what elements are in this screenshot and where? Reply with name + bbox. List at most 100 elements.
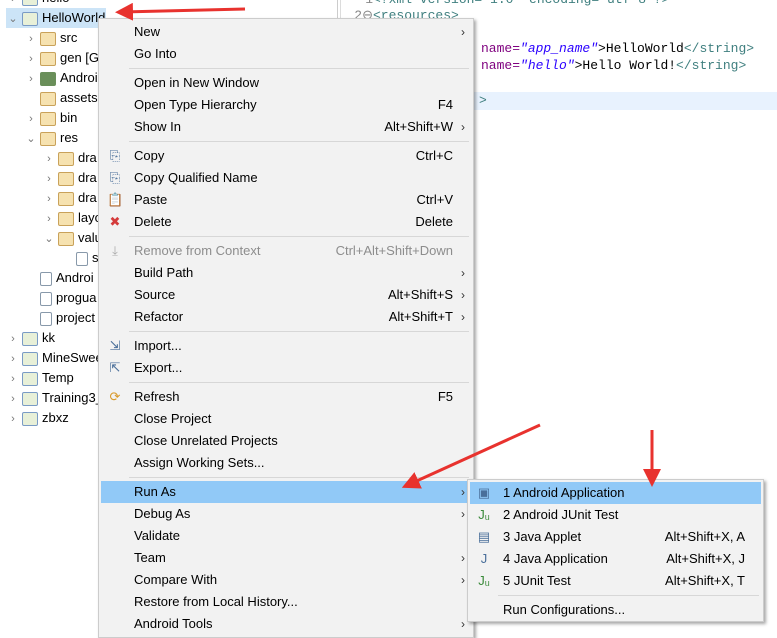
menu-item-2-android-junit-test[interactable]: Jᵤ 2 Android JUnit Test xyxy=(470,504,761,526)
menu-item-restore-from-local-history[interactable]: Restore from Local History... xyxy=(101,591,471,613)
tree-item[interactable]: › dra xyxy=(42,188,97,208)
menu-item-copy[interactable]: ⎘ Copy Ctrl+C xyxy=(101,145,471,167)
menu-item-label: Refactor xyxy=(134,309,184,324)
menu-item-label: 5 JUnit Test xyxy=(503,573,571,588)
twisty-icon[interactable]: › xyxy=(6,389,20,409)
menu-item-open-in-new-window[interactable]: Open in New Window xyxy=(101,72,471,94)
menu-item-label: Validate xyxy=(134,528,181,543)
menu-item-1-android-application[interactable]: ▣ 1 Android Application xyxy=(470,482,761,504)
twisty-icon[interactable]: › xyxy=(42,169,56,189)
menu-item-refactor[interactable]: Refactor Alt+Shift+T › xyxy=(101,306,471,328)
menu-item-build-path[interactable]: Build Path › xyxy=(101,262,471,284)
run-as-submenu: ▣ 1 Android Application Jᵤ 2 Android JUnit … xyxy=(467,479,764,622)
tree-item[interactable]: progua xyxy=(24,288,96,308)
tree-item[interactable]: › layo xyxy=(42,208,102,228)
menu-item-run-configurations[interactable]: Run Configurations... xyxy=(470,599,761,621)
twisty-icon[interactable]: ⌄ xyxy=(42,229,56,249)
tree-item[interactable]: project xyxy=(24,308,95,328)
twisty-icon[interactable]: ⌄ xyxy=(24,129,38,149)
tree-item[interactable]: ›hello xyxy=(6,0,69,8)
attribute-value: "app_name" xyxy=(520,41,599,56)
menu-item-run-as[interactable]: Run As › xyxy=(101,481,471,503)
tree-item[interactable]: › Temp xyxy=(6,368,74,388)
text-file-icon xyxy=(40,291,52,306)
tree-item[interactable]: ⌄ HelloWorld xyxy=(6,8,106,28)
menu-item-3-java-applet[interactable]: ▤ 3 Java Applet Alt+Shift+X, A xyxy=(470,526,761,548)
menu-item-close-unrelated-projects[interactable]: Close Unrelated Projects xyxy=(101,430,471,452)
tree-item[interactable]: ⌄ res xyxy=(24,128,78,148)
tree-item[interactable]: assets xyxy=(24,88,98,108)
menu-item-shortcut: Alt+Shift+S xyxy=(387,287,453,302)
menu-item-compare-with[interactable]: Compare With › xyxy=(101,569,471,591)
source-folder-icon xyxy=(40,31,56,46)
menu-separator xyxy=(498,595,759,596)
twisty-icon[interactable]: ⌄ xyxy=(6,9,20,29)
twisty-icon[interactable]: › xyxy=(24,109,38,129)
menu-item-label: Assign Working Sets... xyxy=(134,455,265,470)
menu-item-refresh[interactable]: ⟳ Refresh F5 xyxy=(101,386,471,408)
tree-item[interactable]: ⌄ valu xyxy=(42,228,102,248)
twisty-icon[interactable]: › xyxy=(24,29,38,49)
menu-item-debug-as[interactable]: Debug As › xyxy=(101,503,471,525)
twisty-icon[interactable]: › xyxy=(42,149,56,169)
folder-icon xyxy=(40,91,56,106)
twisty-icon[interactable]: › xyxy=(6,349,20,369)
menu-item-paste[interactable]: 📋 Paste Ctrl+V xyxy=(101,189,471,211)
menu-item-shortcut: F4 xyxy=(437,97,453,112)
menu-item-4-java-application[interactable]: J 4 Java Application Alt+Shift+X, J xyxy=(470,548,761,570)
menu-item-label: Refresh xyxy=(134,389,180,404)
paste-icon: 📋 xyxy=(107,192,124,207)
twisty-icon[interactable]: › xyxy=(6,409,20,429)
menu-item-show-in[interactable]: Show In Alt+Shift+W › xyxy=(101,116,471,138)
twisty-icon[interactable]: › xyxy=(24,69,38,89)
menu-item-shortcut: Alt+Shift+W xyxy=(384,119,453,134)
menu-item-export[interactable]: ⇱ Export... xyxy=(101,357,471,379)
xml-tag: <?xml version="1.0" encoding="utf-8"?> xyxy=(373,0,669,7)
tree-item[interactable]: › kk xyxy=(6,328,55,348)
menu-item-close-project[interactable]: Close Project xyxy=(101,408,471,430)
twisty-icon[interactable]: › xyxy=(6,329,20,349)
twisty-icon[interactable]: › xyxy=(42,189,56,209)
twisty-icon[interactable]: › xyxy=(42,209,56,229)
menu-item-copy-qualified-name[interactable]: ⎘ Copy Qualified Name xyxy=(101,167,471,189)
tree-item[interactable]: › Androi xyxy=(24,68,98,88)
manifest-file-icon xyxy=(40,271,52,286)
menu-item-open-type-hierarchy[interactable]: Open Type Hierarchy F4 xyxy=(101,94,471,116)
submenu-arrow-icon: › xyxy=(461,288,465,302)
attribute-value: "hello" xyxy=(520,58,575,73)
twisty-icon[interactable]: › xyxy=(24,49,38,69)
tree-item[interactable]: › dra xyxy=(42,168,97,188)
tree-item-label: assets xyxy=(60,90,98,105)
menu-separator xyxy=(129,236,469,237)
tree-item[interactable]: › dra xyxy=(42,148,97,168)
menu-item-go-into[interactable]: Go Into xyxy=(101,43,471,65)
tree-item[interactable]: › Training3_ xyxy=(6,388,103,408)
tree-item[interactable]: › MineSwee xyxy=(6,348,103,368)
menu-item-import[interactable]: ⇲ Import... xyxy=(101,335,471,357)
menu-item-validate[interactable]: Validate xyxy=(101,525,471,547)
tree-item[interactable]: Androi xyxy=(24,268,94,288)
menu-item-android-tools[interactable]: Android Tools › xyxy=(101,613,471,635)
project-icon xyxy=(22,0,38,6)
tree-item[interactable]: › src xyxy=(24,28,77,48)
menu-item-label: 2 Android JUnit Test xyxy=(503,507,619,522)
tree-item[interactable]: › zbxz xyxy=(6,408,69,428)
menu-item-label: 4 Java Application xyxy=(503,551,608,566)
string-text: >Hello World! xyxy=(574,58,677,73)
menu-item-delete[interactable]: ✖ Delete Delete xyxy=(101,211,471,233)
context-menu: New › Go Into Open in New Window Open Type H… xyxy=(98,18,474,638)
tree-item-label: dra xyxy=(78,170,97,185)
menu-item-assign-working-sets[interactable]: Assign Working Sets... xyxy=(101,452,471,474)
menu-item-source[interactable]: Source Alt+Shift+S › xyxy=(101,284,471,306)
menu-item-new[interactable]: New › xyxy=(101,21,471,43)
menu-item-5-junit-test[interactable]: Jᵤ 5 JUnit Test Alt+Shift+X, T xyxy=(470,570,761,592)
menu-item-team[interactable]: Team › xyxy=(101,547,471,569)
twisty-icon[interactable]: › xyxy=(6,369,20,389)
tree-item[interactable]: › gen [G xyxy=(24,48,99,68)
tree-item[interactable]: › bin xyxy=(24,108,77,128)
menu-item-label: 3 Java Applet xyxy=(503,529,582,544)
tree-item[interactable]: s xyxy=(60,248,99,268)
menu-item-remove-from-context: ⤓ Remove from Context Ctrl+Alt+Shift+Down xyxy=(101,240,471,262)
menu-item-label: Run As xyxy=(134,484,176,499)
project-warning-icon xyxy=(22,331,38,346)
